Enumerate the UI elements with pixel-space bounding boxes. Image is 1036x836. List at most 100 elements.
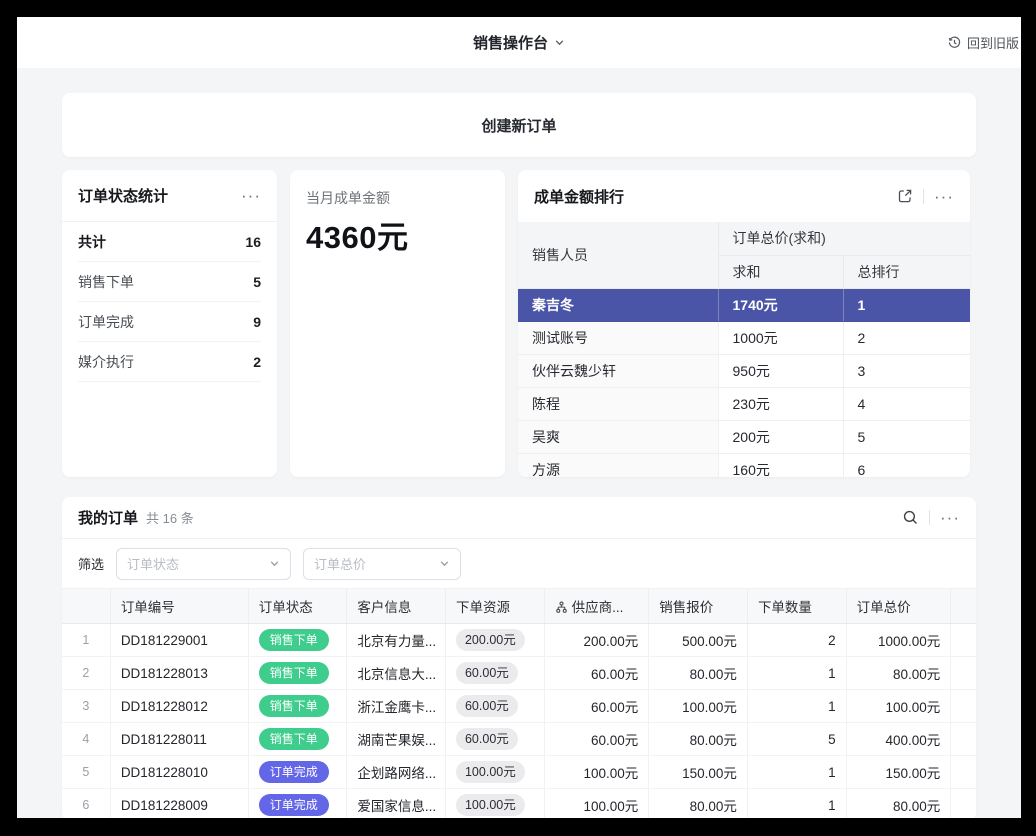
row-number: 2: [62, 657, 110, 690]
ranking-name: 秦吉冬: [518, 288, 718, 321]
filler-cell: [951, 756, 976, 789]
ranking-sum: 160元: [718, 453, 843, 477]
ranking-name: 陈程: [518, 387, 718, 420]
filter-order-status-select[interactable]: 订单状态: [116, 548, 291, 580]
ranking-rank: 6: [843, 453, 970, 477]
ranking-rank: 3: [843, 354, 970, 387]
col-sum: 求和: [718, 255, 843, 288]
chevron-down-icon: [439, 558, 450, 569]
quote-cell: 500.00元: [649, 624, 748, 657]
resource-badge: 100.00元: [456, 761, 525, 784]
chevron-down-icon: [269, 558, 280, 569]
order-row[interactable]: 4DD181228011销售下单湖南芒果娱...60.00元60.00元80.0…: [62, 723, 976, 756]
search-icon[interactable]: [902, 509, 919, 526]
filler-cell: [951, 657, 976, 690]
supplier-cell: 60.00元: [544, 723, 649, 756]
quantity-cell: 1: [747, 756, 846, 789]
status-row-label: 销售下单: [78, 272, 134, 292]
more-icon[interactable]: ···: [241, 187, 261, 204]
order-row[interactable]: 1DD181229001销售下单北京有力量...200.00元200.00元50…: [62, 624, 976, 657]
orders-count: 共 16 条: [146, 508, 194, 527]
resource-cell: 200.00元: [445, 624, 544, 657]
col-order-total-group: 订单总价(求和): [718, 222, 970, 255]
ranking-sum: 200元: [718, 420, 843, 453]
status-badge: 销售下单: [259, 695, 329, 717]
supplier-cell: 200.00元: [544, 624, 649, 657]
resource-badge: 200.00元: [456, 629, 525, 652]
ranking-sum: 950元: [718, 354, 843, 387]
status-badge: 销售下单: [259, 629, 329, 651]
customer-cell: 湖南芒果娱...: [347, 723, 446, 756]
total-cell: 400.00元: [846, 723, 951, 756]
ranking-row[interactable]: 吴爽200元5: [518, 420, 970, 453]
order-row[interactable]: 5DD181228010订单完成企划路网络...100.00元100.00元15…: [62, 756, 976, 789]
quantity-cell: 2: [747, 624, 846, 657]
status-row: 订单完成9: [78, 302, 261, 342]
row-number: 3: [62, 690, 110, 723]
more-icon[interactable]: ···: [940, 509, 960, 526]
status-badge: 订单完成: [259, 761, 329, 783]
quote-cell: 80.00元: [649, 789, 748, 819]
order-no-cell: DD181229001: [110, 624, 248, 657]
my-orders-title: 我的订单: [78, 507, 138, 528]
status-badge: 销售下单: [259, 728, 329, 750]
filler-cell: [951, 723, 976, 756]
filler-cell: [951, 624, 976, 657]
column-header-: 下单数量: [747, 589, 846, 624]
filter-placeholder: 订单总价: [314, 554, 366, 573]
ranking-row[interactable]: 测试账号1000元2: [518, 321, 970, 354]
resource-cell: 60.00元: [445, 723, 544, 756]
ranking-row[interactable]: 伙伴云魏少轩950元3: [518, 354, 970, 387]
order-row[interactable]: 2DD181228013销售下单北京信息大...60.00元60.00元80.0…: [62, 657, 976, 690]
status-row-value: 2: [253, 354, 261, 370]
order-no-cell: DD181228011: [110, 723, 248, 756]
more-icon[interactable]: ···: [934, 188, 954, 205]
order-status-cell: 销售下单: [248, 657, 347, 690]
resource-badge: 60.00元: [456, 662, 518, 685]
ranking-rank: 5: [843, 420, 970, 453]
chevron-down-icon: [554, 37, 565, 48]
export-icon[interactable]: [897, 188, 913, 204]
customer-cell: 北京信息大...: [347, 657, 446, 690]
monthly-amount-label: 当月成单金额: [306, 188, 489, 208]
filler-cell: [951, 789, 976, 819]
status-row-label: 共计: [78, 232, 106, 252]
status-row-value: 16: [245, 234, 261, 250]
quote-cell: 80.00元: [649, 657, 748, 690]
quote-cell: 150.00元: [649, 756, 748, 789]
ranking-row[interactable]: 陈程230元4: [518, 387, 970, 420]
col-salesperson: 销售人员: [518, 222, 718, 288]
create-order-button[interactable]: 创建新订单: [62, 93, 976, 157]
order-no-cell: DD181228012: [110, 690, 248, 723]
total-cell: 1000.00元: [846, 624, 951, 657]
resource-badge: 60.00元: [456, 695, 518, 718]
filter-order-total-select[interactable]: 订单总价: [303, 548, 461, 580]
order-row[interactable]: 6DD181228009订单完成爱国家信息...100.00元100.00元80…: [62, 789, 976, 819]
page-title-dropdown[interactable]: 销售操作台: [473, 32, 565, 53]
total-cell: 80.00元: [846, 657, 951, 690]
row-number-header: [62, 589, 110, 624]
ranking-table: 销售人员 订单总价(求和) 求和 总排行 秦吉冬1740元1测试账号1000元2…: [518, 222, 970, 477]
customer-cell: 企划路网络...: [347, 756, 446, 789]
supplier-cell: 60.00元: [544, 657, 649, 690]
order-row[interactable]: 3DD181228012销售下单浙江金鹰卡...60.00元60.00元100.…: [62, 690, 976, 723]
order-status-cell: 订单完成: [248, 756, 347, 789]
ranking-row[interactable]: 方源160元6: [518, 453, 970, 477]
back-to-old-link[interactable]: 回到旧版: [947, 17, 1019, 68]
ranking-card: 成单金额排行 ···: [518, 170, 970, 477]
status-row-value: 5: [253, 274, 261, 290]
app-window: 销售操作台 回到旧版 创建新订单 订单状态统: [17, 17, 1021, 818]
order-no-cell: DD181228009: [110, 789, 248, 819]
filter-label: 筛选: [78, 554, 104, 573]
monthly-amount-card: 当月成单金额 4360元: [290, 170, 505, 477]
ranking-card-title: 成单金额排行: [534, 186, 624, 207]
ranking-rank: 1: [843, 288, 970, 321]
col-rank: 总排行: [843, 255, 970, 288]
customer-cell: 爱国家信息...: [347, 789, 446, 819]
org-tree-icon: [555, 600, 572, 615]
resource-badge: 100.00元: [456, 794, 525, 817]
ranking-row[interactable]: 秦吉冬1740元1: [518, 288, 970, 321]
filler-header: [951, 589, 976, 624]
supplier-cell: 60.00元: [544, 690, 649, 723]
filter-bar: 筛选 订单状态 订单总价: [62, 539, 976, 588]
